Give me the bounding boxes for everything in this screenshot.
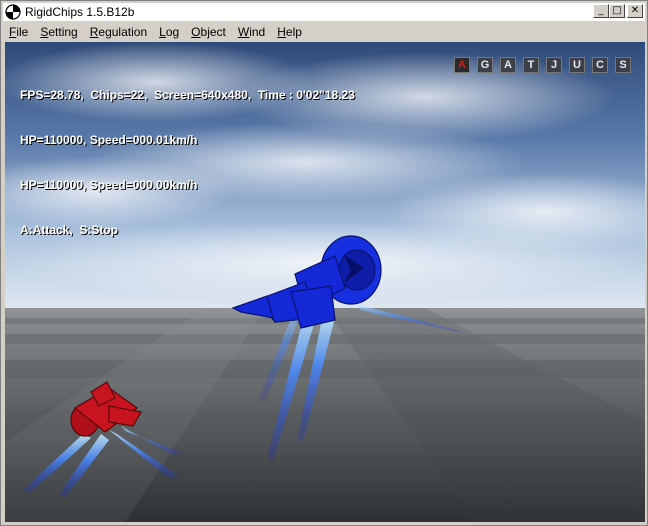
menu-bar: File Setting Regulation Log Object Wind … (3, 22, 645, 41)
hud-player-status: HP=110000, Speed=000.01km/h (20, 133, 198, 147)
close-button[interactable]: ✕ (627, 4, 643, 18)
mode-button-j[interactable]: J (546, 57, 562, 73)
mode-button-a[interactable]: A (500, 57, 516, 73)
mode-button-t[interactable]: T (523, 57, 539, 73)
app-window: RigidChips 1.5.B12b _ □ ✕ File Setting R… (0, 0, 648, 526)
3d-viewport[interactable]: FPS=28.78, Chips=22, Screen=640x480, Tim… (5, 42, 645, 522)
mode-button-u[interactable]: U (569, 57, 585, 73)
menu-file[interactable]: File (3, 25, 34, 39)
menu-log[interactable]: Log (153, 25, 185, 39)
menu-setting[interactable]: Setting (34, 25, 83, 39)
mode-button-g[interactable]: G (477, 57, 493, 73)
menu-wind[interactable]: Wind (232, 25, 271, 39)
mode-button-c[interactable]: C (592, 57, 608, 73)
menu-object[interactable]: Object (185, 25, 232, 39)
mode-button-s[interactable]: S (615, 57, 631, 73)
maximize-button[interactable]: □ (609, 4, 625, 18)
title-bar[interactable]: RigidChips 1.5.B12b _ □ ✕ (3, 3, 645, 21)
app-icon (5, 4, 21, 20)
mode-button-a-active[interactable]: A (454, 57, 470, 73)
hud-enemy-status: HP=110000, Speed=000.00km/h (20, 178, 198, 192)
hud-controls-hint: A:Attack, S:Stop (20, 223, 119, 237)
menu-regulation[interactable]: Regulation (84, 25, 153, 39)
mode-buttons: A G A T J U C S (454, 57, 631, 73)
hud-fps-line: FPS=28.78, Chips=22, Screen=640x480, Tim… (20, 88, 355, 102)
hud-info: FPS=28.78, Chips=22, Screen=640x480, Tim… (20, 58, 355, 268)
minimize-button[interactable]: _ (593, 4, 609, 18)
window-title: RigidChips 1.5.B12b (25, 5, 135, 19)
window-controls: _ □ ✕ (593, 4, 643, 18)
menu-help[interactable]: Help (271, 25, 308, 39)
